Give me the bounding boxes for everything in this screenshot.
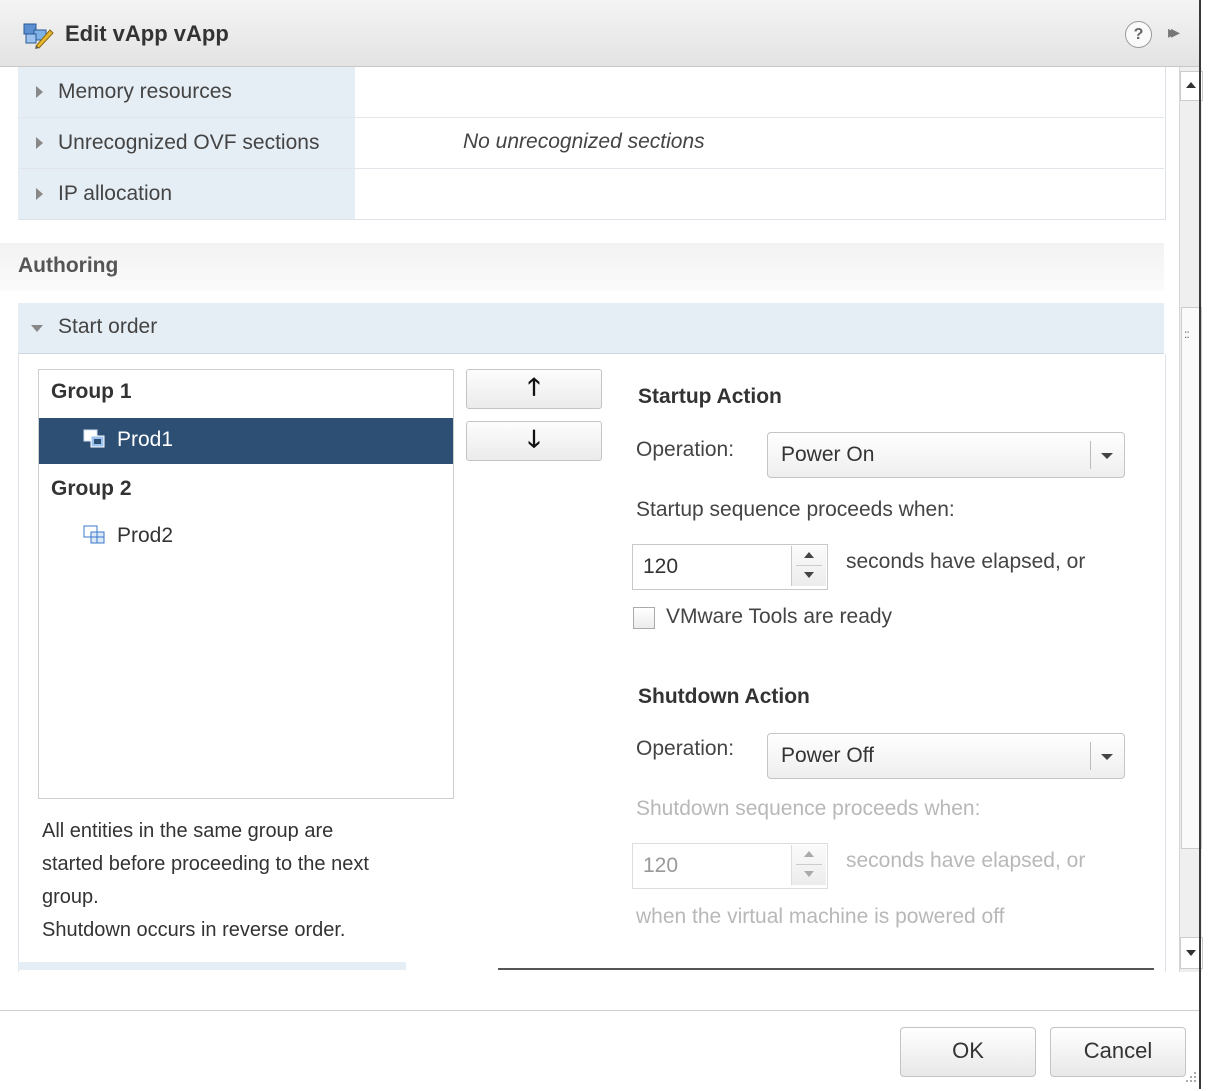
start-order-group-tree: Group 1 Prod1 Group 2 Prod2 (38, 369, 454, 799)
section-footer-strip (18, 962, 406, 970)
move-up-button[interactable]: 🡑 (466, 369, 602, 409)
chevron-down-icon (1101, 754, 1113, 760)
property-row-ip-allocation[interactable]: IP allocation (18, 169, 1164, 219)
property-row-memory-resources[interactable]: Memory resources (18, 67, 1164, 118)
grip-icon: :: (1184, 327, 1190, 341)
stepper-divider (796, 864, 822, 865)
property-row-unrecognized-ovf[interactable]: Unrecognized OVF sections No unrecognize… (18, 118, 1164, 169)
startup-operation-label: Operation: (636, 438, 735, 461)
arrow-down-icon: 🡓 (527, 426, 541, 453)
property-value: No unrecognized sections (463, 130, 705, 153)
tree-item-prod1[interactable]: Prod1 (39, 418, 453, 464)
expand-arrow-icon[interactable] (36, 188, 43, 200)
property-label-cell: Unrecognized OVF sections (18, 118, 355, 168)
start-order-label: Start order (58, 315, 158, 338)
expand-icon[interactable]: ▸▸ (1168, 22, 1180, 43)
powered-off-label: when the virtual machine is powered off (636, 905, 1005, 928)
select-value: Power On (781, 443, 875, 466)
property-label: IP allocation (58, 182, 173, 205)
footer-divider (0, 1010, 1199, 1011)
stepper-value: 120 (643, 854, 679, 877)
expand-arrow-icon[interactable] (36, 86, 43, 98)
arrow-up-icon (1186, 82, 1196, 88)
dialog-title: Edit vApp vApp (65, 21, 229, 46)
start-order-note: All entities in the same group are start… (42, 815, 462, 947)
stepper-up-icon[interactable] (804, 851, 814, 857)
property-label: Memory resources (58, 80, 232, 103)
select-divider (1090, 441, 1091, 469)
dialog-content: Memory resources Unrecognized OVF sectio… (0, 67, 1175, 972)
cancel-button[interactable]: Cancel (1050, 1027, 1186, 1077)
select-divider (1090, 742, 1091, 770)
select-value: Power Off (781, 744, 874, 767)
stepper-up-icon[interactable] (804, 552, 814, 558)
arrow-up-icon: 🡑 (527, 374, 541, 401)
property-label-cell: IP allocation (18, 169, 355, 219)
stepper-divider (796, 565, 822, 566)
stepper-value: 120 (643, 555, 679, 578)
authoring-section-header: Authoring (0, 243, 1164, 291)
tree-item-label: Prod1 (117, 428, 174, 451)
startup-operation-select[interactable]: Power On (767, 432, 1125, 478)
startup-seconds-stepper[interactable]: 120 (632, 544, 828, 590)
arrow-down-icon (1186, 950, 1196, 956)
property-label-cell: Memory resources (18, 67, 355, 117)
property-label: Unrecognized OVF sections (58, 131, 320, 154)
stepper-down-icon[interactable] (804, 871, 814, 877)
tree-item-label: Prod2 (117, 524, 174, 547)
tree-item-prod2[interactable]: Prod2 (39, 514, 453, 560)
vmware-tools-label[interactable]: VMware Tools are ready (666, 605, 892, 629)
note-line: group. (42, 886, 99, 908)
startup-seconds-label: seconds have elapsed, or (846, 550, 1086, 573)
vmware-tools-checkbox[interactable] (633, 607, 655, 629)
ok-button[interactable]: OK (900, 1027, 1036, 1077)
shutdown-action-title: Shutdown Action (638, 685, 810, 708)
help-icon[interactable]: ? (1125, 21, 1152, 48)
start-order-header[interactable]: Start order (18, 303, 1164, 354)
collapse-arrow-icon[interactable] (31, 325, 43, 332)
expand-arrow-icon[interactable] (36, 137, 43, 149)
move-down-button[interactable]: 🡓 (466, 421, 602, 461)
stepper-buttons (791, 546, 826, 586)
window-border (1199, 0, 1201, 1089)
tree-group-1[interactable]: Group 1 (51, 380, 132, 404)
vapp-icon (22, 20, 54, 50)
shutdown-seconds-label: seconds have elapsed, or (846, 849, 1086, 872)
shutdown-sequence-label: Shutdown sequence proceeds when: (636, 797, 981, 820)
startup-sequence-label: Startup sequence proceeds when: (636, 498, 955, 521)
startup-action-title: Startup Action (638, 385, 782, 408)
shutdown-operation-label: Operation: (636, 737, 735, 760)
stepper-buttons (791, 845, 826, 885)
dialog-title-bar: Edit vApp vApp ? ▸▸ (0, 0, 1201, 67)
note-line: started before proceeding to the next (42, 853, 369, 875)
shutdown-seconds-stepper[interactable]: 120 (632, 843, 828, 889)
vm-icon (83, 525, 107, 547)
stepper-down-icon[interactable] (804, 572, 814, 578)
authoring-label: Authoring (18, 254, 119, 277)
note-line: All entities in the same group are (42, 820, 334, 842)
vm-icon (83, 429, 107, 451)
section-divider (498, 968, 1154, 970)
note-line: Shutdown occurs in reverse order. (42, 919, 346, 941)
chevron-down-icon (1101, 453, 1113, 459)
shutdown-operation-select[interactable]: Power Off (767, 733, 1125, 779)
resize-grip-icon[interactable] (1180, 1066, 1198, 1086)
tree-group-2[interactable]: Group 2 (51, 477, 132, 501)
